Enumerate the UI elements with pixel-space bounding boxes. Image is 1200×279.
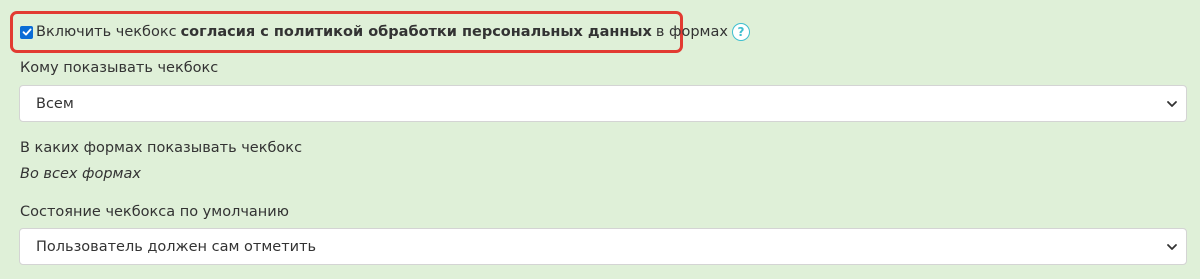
consent-checkbox[interactable] xyxy=(20,25,33,39)
default-state-select[interactable]: Пользователь должен сам отметить xyxy=(19,228,1187,265)
who-select-value: Всем xyxy=(36,95,74,112)
question-circle-icon[interactable]: ? xyxy=(731,23,750,41)
who-label: Кому показывать чекбокс xyxy=(20,60,219,76)
consent-setting-row: Включить чекбокс согласия с политикой об… xyxy=(20,22,750,42)
default-state-select-value: Пользователь должен сам отметить xyxy=(36,238,317,255)
chevron-down-icon xyxy=(1167,243,1177,250)
forms-label: В каких формах показывать чекбокс xyxy=(20,140,303,156)
chevron-down-icon xyxy=(1167,100,1177,107)
forms-value: Во всех формах xyxy=(20,166,141,182)
default-state-label: Состояние чекбокса по умолчанию xyxy=(20,204,289,220)
consent-label-prefix: Включить чекбокс xyxy=(36,24,177,40)
who-select[interactable]: Всем xyxy=(19,85,1187,122)
consent-label-suffix: в формах xyxy=(655,24,728,40)
checkmark-icon xyxy=(22,28,31,36)
consent-label-bold: согласия с политикой обработки персональ… xyxy=(180,24,652,40)
